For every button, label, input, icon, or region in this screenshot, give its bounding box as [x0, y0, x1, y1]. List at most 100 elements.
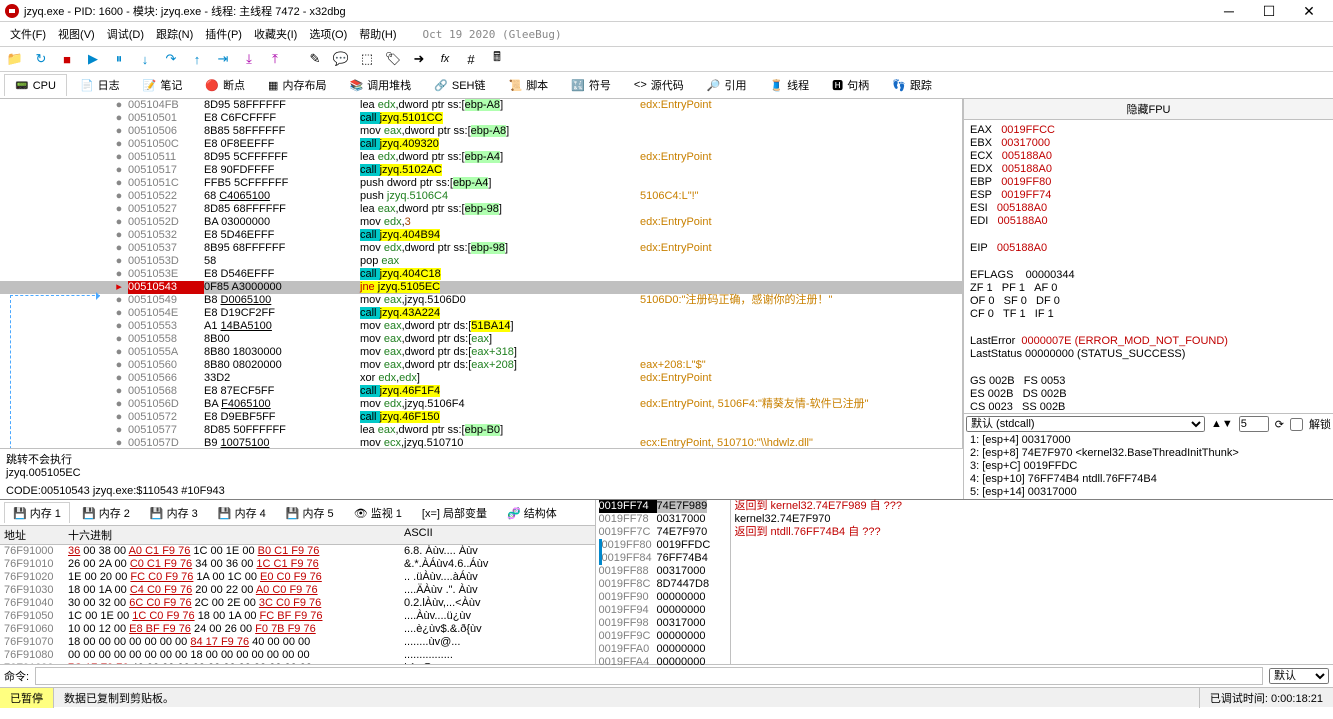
disasm-row[interactable]: ●005105608B80 08020000mov eax,dword ptr …	[0, 359, 962, 372]
tab-trace[interactable]: 👣 跟踪	[882, 74, 942, 96]
disasm-row[interactable]: ●0051052268 C4065100push jzyq.5106C45106…	[0, 190, 962, 203]
disasm-row[interactable]: ●005105278D85 68FFFFFFlea eax,dword ptr …	[0, 203, 962, 216]
disasm-row[interactable]: ●005104FB8D95 58FFFFFFlea edx,dword ptr …	[0, 99, 962, 112]
step-into-button[interactable]: ↓	[134, 49, 156, 69]
registers-view[interactable]: EAX 0019FFCC EBX 00317000 ECX 005188A0 E…	[964, 120, 1333, 413]
stop-button[interactable]: ■	[56, 49, 78, 69]
dump-tab[interactable]: 💾 内存 4	[210, 502, 274, 523]
dump-tab[interactable]: 💾 内存 3	[142, 502, 206, 523]
step-out-button[interactable]: ↑	[186, 49, 208, 69]
tab-symbols[interactable]: 🔣 符号	[561, 74, 621, 96]
tab-cpu[interactable]: 📟 CPU	[4, 74, 67, 96]
tab-breakpoints[interactable]: 🔴 断点	[195, 74, 255, 96]
disasm-row[interactable]: ●0051056DBA F4065100mov edx,jzyq.5106F4e…	[0, 398, 962, 411]
disasm-row[interactable]: ●005105378B95 68FFFFFFmov edx,dword ptr …	[0, 242, 962, 255]
trace-into-button[interactable]: ⤓	[238, 49, 260, 69]
dump-tab[interactable]: 💾 内存 2	[74, 502, 138, 523]
patch-button[interactable]: ✎	[304, 49, 326, 69]
open-button[interactable]: 📁	[4, 49, 26, 69]
tab-source[interactable]: <> 源代码	[624, 74, 694, 96]
pause-button[interactable]: ⏸	[108, 49, 130, 69]
menu-plugins[interactable]: 插件(P)	[201, 24, 246, 44]
disasm-row[interactable]: ●00510553A1 14BA5100mov eax,dword ptr ds…	[0, 320, 962, 333]
step-over-button[interactable]: ↷	[160, 49, 182, 69]
unlock-checkbox[interactable]	[1290, 418, 1303, 431]
disasm-row[interactable]: ●0051055A8B80 18030000mov eax,dword ptr …	[0, 346, 962, 359]
toolbar: 📁 ↻ ■ ▶ ⏸ ↓ ↷ ↑ ⇥ ⤓ ⤒ ✎ 💬 ⬚ 🏷 ➜ fx # 🖩	[0, 47, 1333, 72]
status-paused: 已暂停	[0, 688, 53, 708]
dump-tab[interactable]: 👁 监视 1	[346, 502, 410, 523]
disasm-row[interactable]: ●0051050CE8 0F8EEFFFcall jzyq.409320	[0, 138, 962, 151]
tab-script[interactable]: 📜 脚本	[498, 74, 558, 96]
label-button[interactable]: 🏷	[382, 49, 404, 69]
tab-threads[interactable]: 🧵 线程	[759, 74, 819, 96]
menu-debug[interactable]: 调试(D)	[103, 24, 148, 44]
stack-view[interactable]: 0019FF7474E7F9890019FF78003170000019FF7C…	[596, 500, 731, 664]
menu-trace[interactable]: 跟踪(N)	[152, 24, 197, 44]
disasm-row[interactable]: ●0051052DBA 03000000mov edx,3edx:EntryPo…	[0, 216, 962, 229]
tab-log[interactable]: 📄 日志	[70, 74, 130, 96]
hash-button[interactable]: #	[460, 49, 482, 69]
menu-favorites[interactable]: 收藏夹(I)	[250, 24, 301, 44]
minimize-button[interactable]: ─	[1209, 0, 1249, 22]
disasm-row[interactable]: ●00510568E8 87ECF5FFcall jzyq.46F1F4	[0, 385, 962, 398]
stack-comment-view[interactable]: 返回到 kernel32.74E7F989 自 ???kernel32.74E7…	[731, 500, 1333, 664]
disasm-row[interactable]: ●005105068B85 58FFFFFFmov eax,dword ptr …	[0, 125, 962, 138]
disasm-row[interactable]: ●0051053EE8 D546EFFFcall jzyq.404C18	[0, 268, 962, 281]
command-mode-select[interactable]: 默认	[1269, 668, 1329, 684]
app-icon	[4, 3, 20, 19]
command-label: 命令:	[4, 668, 29, 684]
hide-fpu-button[interactable]: 隐藏FPU	[964, 99, 1333, 120]
instruction-info: 跳转不会执行 jzyq.005105EC CODE:00510543 jzyq.…	[0, 448, 963, 499]
menu-view[interactable]: 视图(V)	[54, 24, 99, 44]
disasm-row[interactable]: ●00510549B8 D0065100mov eax,jzyq.5106D05…	[0, 294, 962, 307]
toggle-button[interactable]: ⬚	[356, 49, 378, 69]
dump-tab[interactable]: [x=] 局部变量	[414, 502, 495, 523]
fx-button[interactable]: fx	[434, 49, 456, 69]
stack-args-view[interactable]: 1: [esp+4] 003170002: [esp+8] 74E7F970 <…	[964, 434, 1333, 499]
dump-header-addr[interactable]: 地址	[4, 526, 68, 544]
tab-seh[interactable]: 🔗 SEH链	[424, 74, 495, 96]
dump-tab[interactable]: 💾 内存 1	[4, 502, 70, 523]
dump-view[interactable]: 76F9100036 00 38 00 A0 C1 F9 76 1C 00 1E…	[0, 545, 595, 664]
run-button[interactable]: ▶	[82, 49, 104, 69]
disasm-row[interactable]: ●0051054EE8 D19CF2FFcall jzyq.43A224	[0, 307, 962, 320]
restart-button[interactable]: ↻	[30, 49, 52, 69]
command-input[interactable]	[35, 667, 1263, 685]
tab-notes[interactable]: 📝 笔记	[133, 74, 193, 96]
disasm-row[interactable]: ●00510532E8 5D46EFFFcall jzyq.404B94	[0, 229, 962, 242]
disasm-row[interactable]: ●0051053D58pop eax	[0, 255, 962, 268]
dump-tab[interactable]: 💾 内存 5	[278, 502, 342, 523]
arg-count-input[interactable]	[1239, 416, 1269, 432]
disasm-row[interactable]: ●0051057DB9 10075100mov ecx,jzyq.510710e…	[0, 437, 962, 448]
dump-tab[interactable]: 🧬 结构体	[499, 502, 565, 523]
disasm-row[interactable]: ●00510501E8 C6FCFFFFcall jzyq.5101CC	[0, 112, 962, 125]
menu-options[interactable]: 选项(O)	[305, 24, 351, 44]
comment-button[interactable]: 💬	[330, 49, 352, 69]
dump-header-hex[interactable]: 十六进制	[68, 526, 404, 544]
disasm-row[interactable]: ●00510517E8 90FDFFFFcall jzyq.5102AC	[0, 164, 962, 177]
disasm-row[interactable]: ●005105118D95 5CFFFFFFlea edx,dword ptr …	[0, 151, 962, 164]
tab-handles[interactable]: 🅷 句柄	[822, 74, 879, 96]
calc-button[interactable]: 🖩	[486, 49, 508, 69]
maximize-button[interactable]: ☐	[1249, 0, 1289, 22]
disasm-row[interactable]: ●0051051CFFB5 5CFFFFFFpush dword ptr ss:…	[0, 177, 962, 190]
tab-memory[interactable]: ▦ 内存布局	[258, 74, 336, 96]
disasm-row[interactable]: ●005105778D85 50FFFFFFlea eax,dword ptr …	[0, 424, 962, 437]
calling-convention-select[interactable]: 默认 (stdcall)	[966, 416, 1205, 432]
menu-help[interactable]: 帮助(H)	[355, 24, 400, 44]
dump-header-ascii[interactable]: ASCII	[404, 526, 433, 544]
disasm-row[interactable]: ●0051056633D2xor edx,edx]edx:EntryPoint	[0, 372, 962, 385]
step-button[interactable]: ⇥	[212, 49, 234, 69]
close-button[interactable]: ✕	[1289, 0, 1329, 22]
disasm-row[interactable]: ▸005105430F85 A3000000jne jzyq.5105EC	[0, 281, 962, 294]
disasm-row[interactable]: ●00510572E8 D9EBF5FFcall jzyq.46F150	[0, 411, 962, 424]
disassembly-view[interactable]: ●005104FB8D95 58FFFFFFlea edx,dword ptr …	[0, 99, 963, 448]
disasm-row[interactable]: ●005105588B00mov eax,dword ptr ds:[eax]	[0, 333, 962, 346]
goto-button[interactable]: ➜	[408, 49, 430, 69]
build-date: Oct 19 2020 (GleeBug)	[423, 28, 562, 41]
menu-file[interactable]: 文件(F)	[6, 24, 50, 44]
tab-refs[interactable]: 🔎 引用	[697, 74, 757, 96]
trace-over-button[interactable]: ⤒	[264, 49, 286, 69]
tab-callstack[interactable]: 📚 调用堆栈	[339, 74, 421, 96]
